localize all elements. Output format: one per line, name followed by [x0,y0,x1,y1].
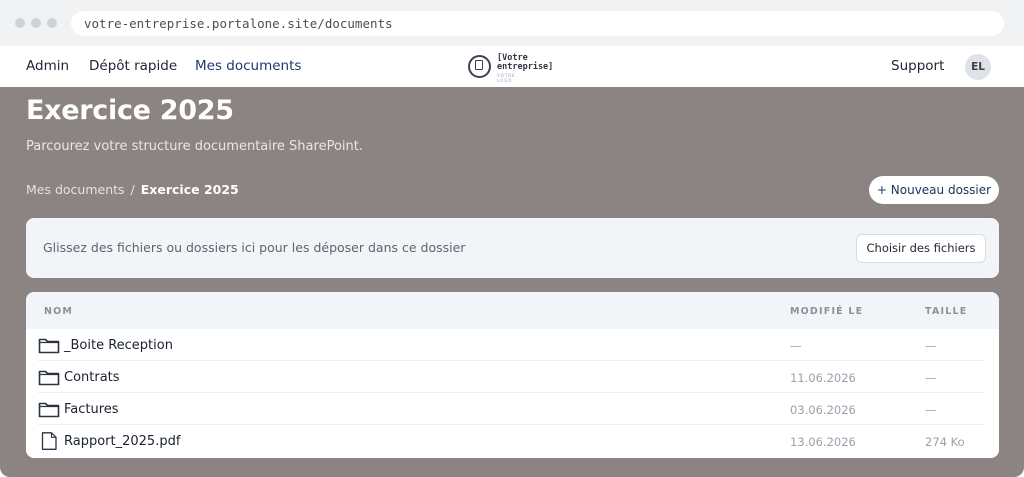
documents-table: NOM MODIFIÉ LE TAILLE _Boite Reception —… [26,292,999,458]
logo-tagline: VOTRE LOGO [497,73,516,83]
nav-link-depot-rapide[interactable]: Dépôt rapide [89,58,177,74]
row-modified: — [790,339,802,353]
row-name: Contrats [64,370,120,385]
row-modified: 11.06.2026 [790,371,856,385]
folder-icon [38,370,60,386]
breadcrumb-current: Exercice 2025 [140,182,239,197]
nav-link-support[interactable]: Support [891,58,944,74]
row-name: Factures [64,402,119,417]
table-row[interactable]: _Boite Reception — — [26,329,999,361]
file-icon [41,432,57,450]
table-row[interactable]: Factures 03.06.2026 — [26,393,999,425]
table-row[interactable]: Rapport_2025.pdf 13.06.2026 274 Ko [26,425,999,457]
row-modified: 13.06.2026 [790,435,856,449]
row-size: 274 Ko [925,435,965,449]
window-maximize-dot[interactable] [47,18,57,28]
new-folder-button[interactable]: + Nouveau dossier [869,176,999,204]
logo-document-icon [475,60,483,70]
table-header: NOM MODIFIÉ LE TAILLE [26,292,999,329]
nav-link-admin[interactable]: Admin [26,58,69,74]
row-modified: 03.06.2026 [790,403,856,417]
page-subtitle: Parcourez votre structure documentaire S… [26,139,363,154]
column-header-name[interactable]: NOM [44,306,73,317]
breadcrumb-link-mes-documents[interactable]: Mes documents [26,182,125,197]
breadcrumb-separator: / [130,182,135,197]
window-close-dot[interactable] [15,18,25,28]
column-header-modified[interactable]: MODIFIÉ LE [790,306,863,317]
folder-icon [38,402,60,418]
folder-icon [38,338,60,354]
row-name: _Boite Reception [64,338,173,353]
browser-chrome: votre-entreprise.portalone.site/document… [0,0,1024,46]
table-row[interactable]: Contrats 11.06.2026 — [26,361,999,393]
dropzone-text: Glissez des fichiers ou dossiers ici pou… [43,240,466,255]
column-header-size[interactable]: TAILLE [925,306,967,317]
top-nav: Admin Dépôt rapide Mes documents [Votre … [0,46,1024,87]
window-minimize-dot[interactable] [31,18,41,28]
row-size: — [925,403,937,417]
row-size: — [925,339,937,353]
row-name: Rapport_2025.pdf [64,434,181,449]
user-avatar[interactable]: EL [965,54,991,80]
nav-link-mes-documents[interactable]: Mes documents [195,58,301,74]
row-size: — [925,371,937,385]
main-content: Exercice 2025 Parcourez votre structure … [0,87,1024,477]
logo-text: [Votre entreprise] [497,54,567,72]
page-title: Exercice 2025 [26,95,234,126]
logo-line-2: entreprise] [497,62,554,72]
choose-files-button[interactable]: Choisir des fichiers [856,234,986,263]
breadcrumb: Mes documents / Exercice 2025 [26,182,239,197]
upload-dropzone[interactable]: Glissez des fichiers ou dossiers ici pou… [26,218,999,278]
address-bar[interactable]: votre-entreprise.portalone.site/document… [71,11,1004,36]
